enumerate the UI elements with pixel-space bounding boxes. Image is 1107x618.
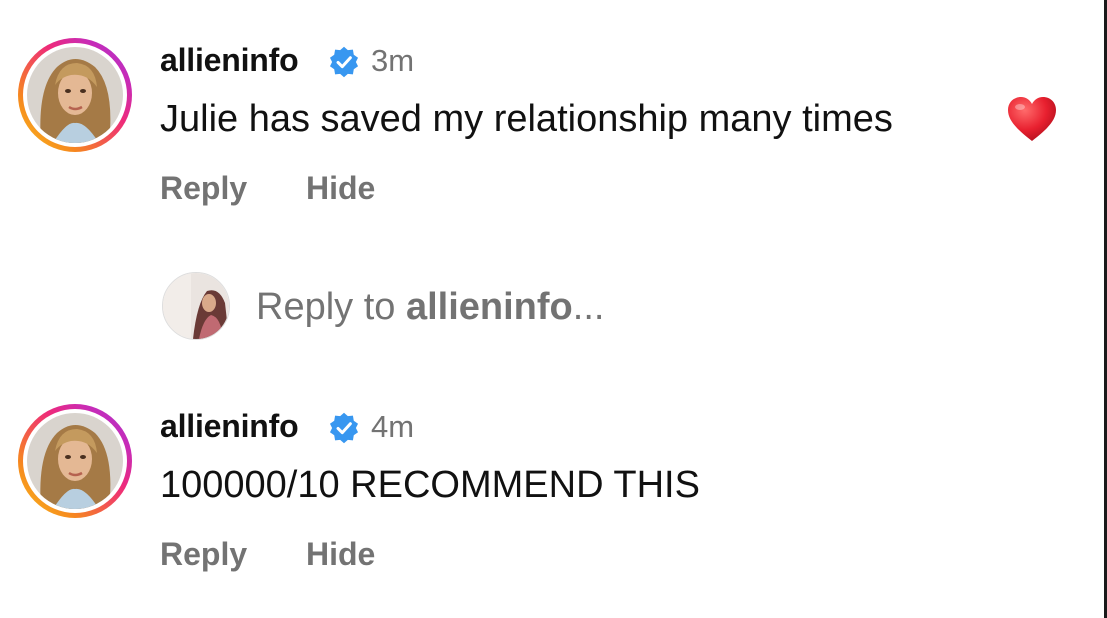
current-user-avatar xyxy=(162,272,230,340)
reply-placeholder: Reply to allieninfo... xyxy=(256,286,605,328)
avatar-photo xyxy=(27,47,123,143)
reply-button[interactable]: Reply xyxy=(160,170,247,207)
reply-input[interactable]: Reply to allieninfo... xyxy=(160,270,860,342)
username[interactable]: allieninfo xyxy=(160,408,299,445)
avatar-photo xyxy=(27,413,123,509)
red-heart-icon xyxy=(1008,97,1056,141)
reply-button[interactable]: Reply xyxy=(160,536,247,573)
timestamp: 4m xyxy=(371,409,415,444)
hide-button[interactable]: Hide xyxy=(306,536,375,573)
avatar[interactable] xyxy=(18,404,132,518)
username[interactable]: allieninfo xyxy=(160,42,299,79)
comment-text: 100000/10 RECOMMEND THIS xyxy=(160,464,700,506)
hide-button[interactable]: Hide xyxy=(306,170,375,207)
verified-badge-icon xyxy=(329,46,359,78)
avatar[interactable] xyxy=(18,38,132,152)
comment-text: Julie has saved my relationship many tim… xyxy=(160,98,893,140)
verified-badge-icon xyxy=(329,412,359,444)
timestamp: 3m xyxy=(371,43,415,78)
